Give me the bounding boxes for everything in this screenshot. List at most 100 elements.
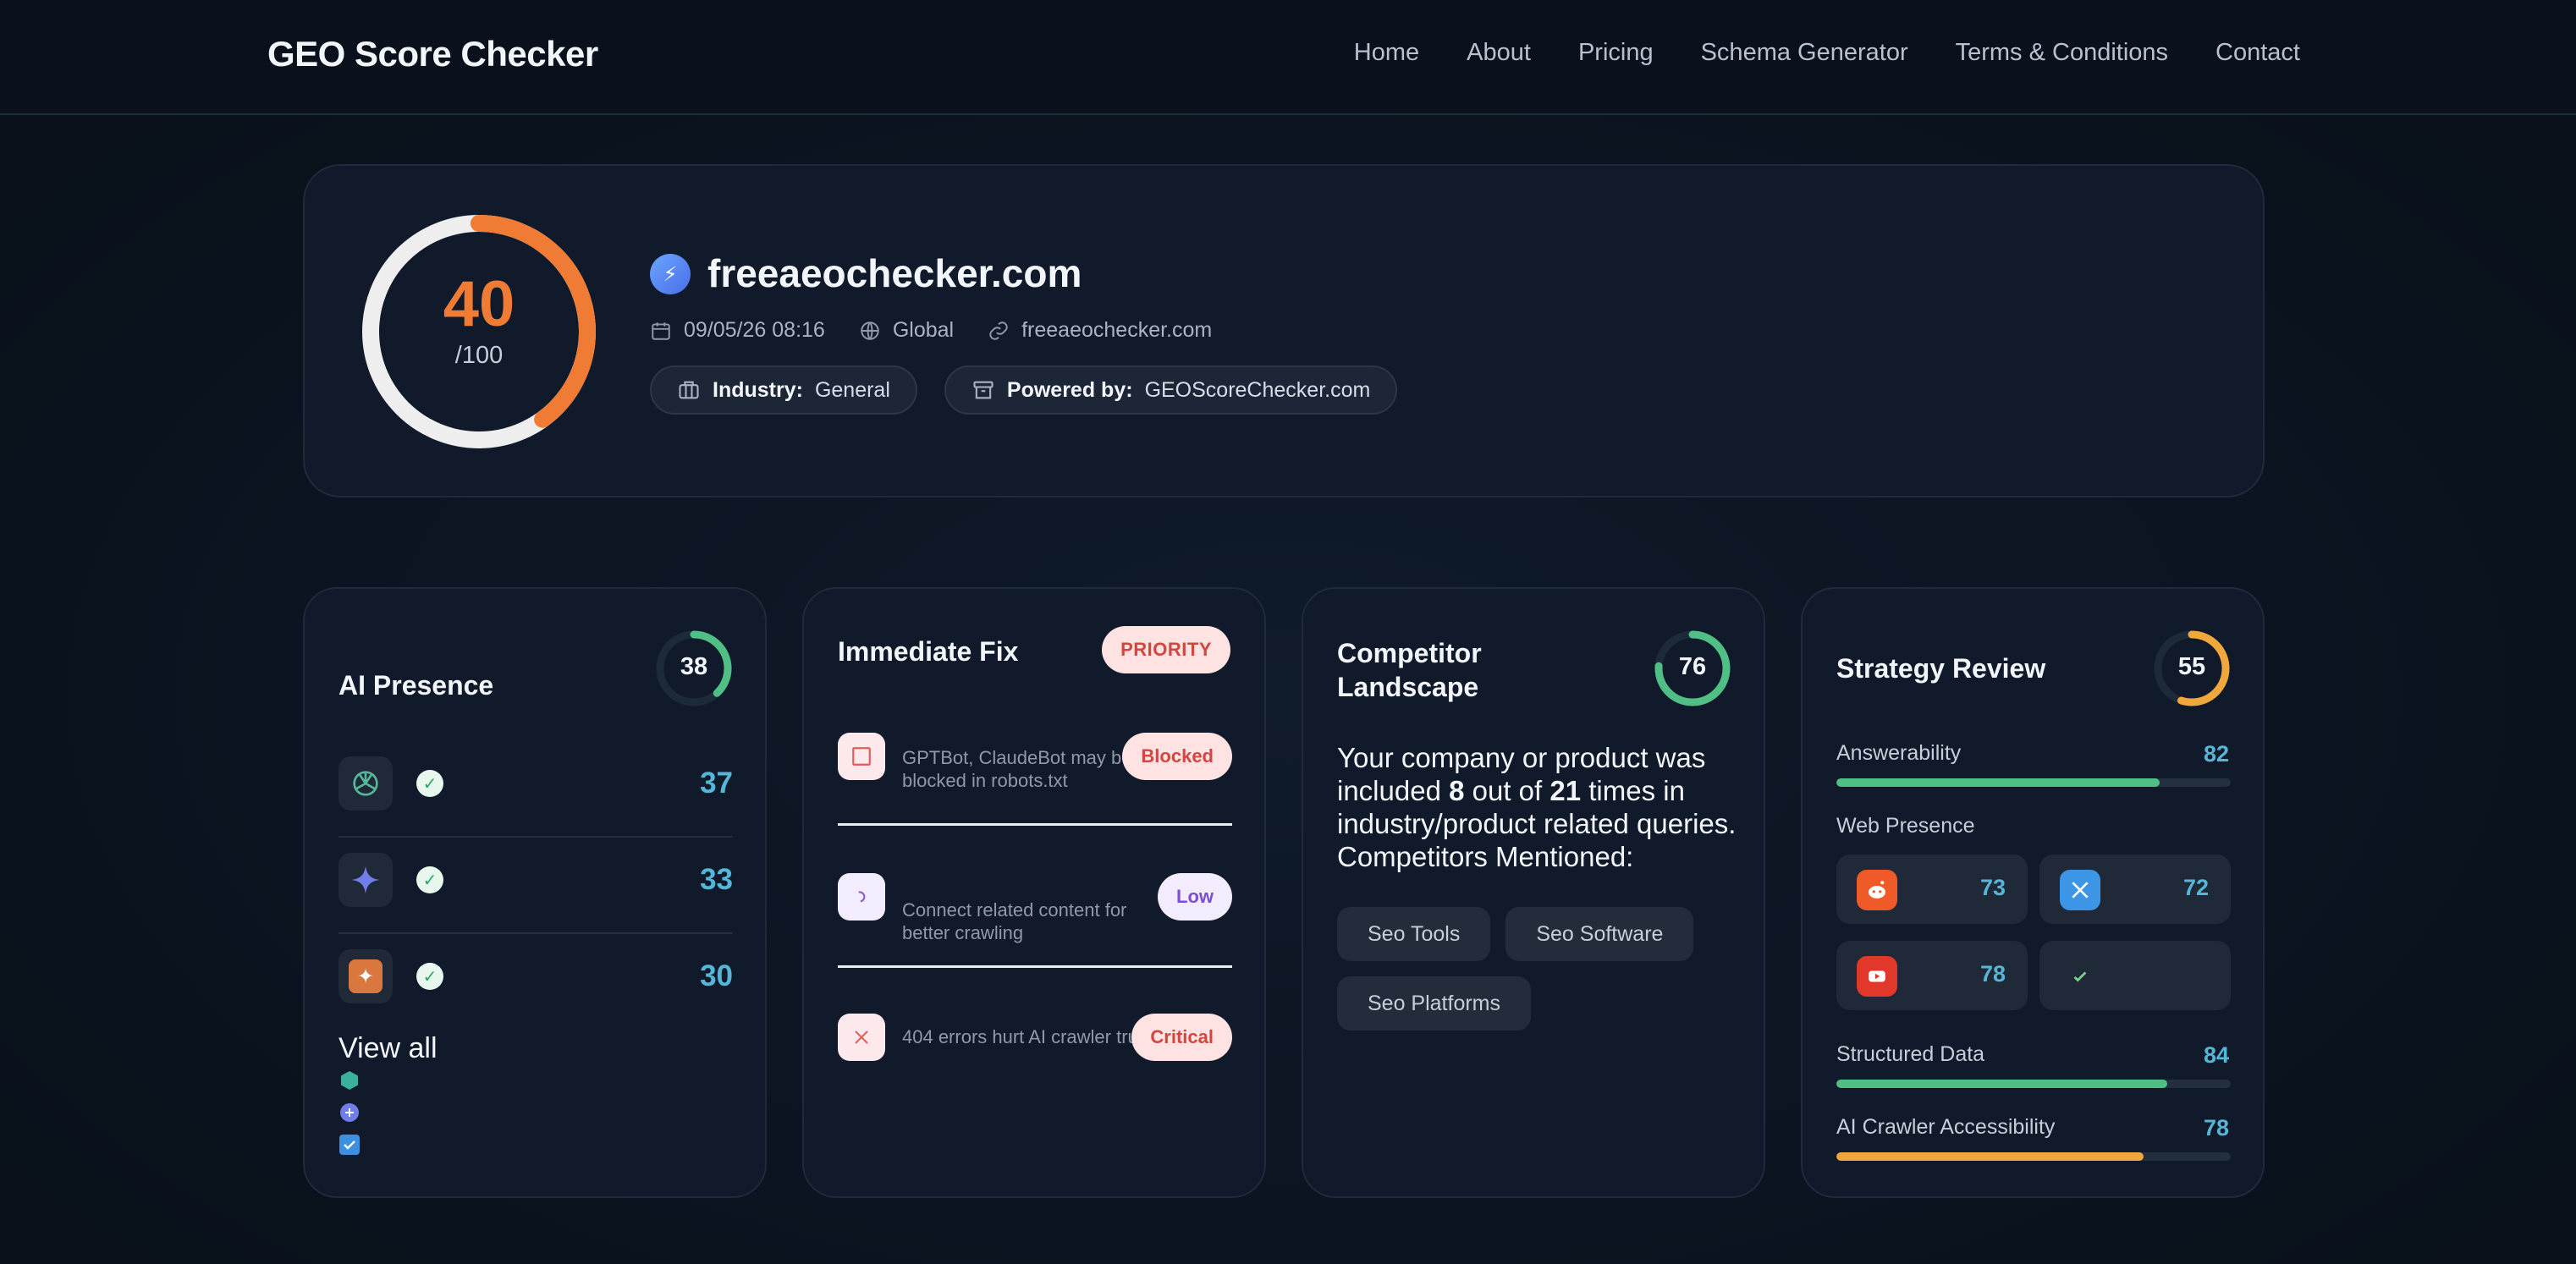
fix-item-text: Connect related content for better crawl… — [902, 899, 1127, 943]
ai-row-gemini[interactable]: ✓ 33 — [339, 839, 733, 934]
ai-score-openai: 37 — [700, 767, 733, 800]
site-chips: Industry: General Powered by: GEOScoreCh… — [650, 365, 1398, 415]
nav-about[interactable]: About — [1467, 39, 1531, 67]
ai-score-gemini: 33 — [700, 863, 733, 896]
strategy-score: 55 — [2177, 653, 2206, 680]
industry-chip: Industry: General — [650, 365, 917, 415]
structured-data-label: Structured Data — [1836, 1042, 1985, 1066]
competitor-text-middle: out of — [1464, 775, 1550, 806]
claude-icon: ✦ — [339, 949, 393, 1003]
web-presence-youtube-value: 78 — [1979, 961, 2006, 986]
mention-count: 8 — [1449, 775, 1465, 806]
competitor-title-line2: Landscape — [1337, 672, 1479, 702]
nav-pricing[interactable]: Pricing — [1578, 39, 1654, 67]
crawler-access-bar-fill — [1836, 1152, 2144, 1161]
web-presence-x-value: 72 — [2182, 875, 2209, 900]
competitor-title: Competitor Landscape — [1337, 636, 1482, 704]
nav-home[interactable]: Home — [1354, 39, 1419, 67]
industry-label: Industry: — [713, 377, 803, 402]
nav-schema-generator[interactable]: Schema Generator — [1701, 39, 1908, 67]
check-icon: ✓ — [416, 963, 443, 990]
fix-item-text: GPTBot, ClaudeBot may be blocked in robo… — [902, 747, 1132, 791]
fix-item-robots[interactable]: GPTBot, ClaudeBot may be blocked in robo… — [838, 733, 1232, 826]
globe-icon — [861, 321, 879, 340]
web-presence-other[interactable] — [2039, 941, 2231, 1010]
strategy-title: Strategy Review — [1836, 653, 2046, 684]
check-icon: ✓ — [416, 770, 443, 797]
openai-icon — [339, 756, 393, 811]
web-presence-reddit-value: 73 — [1979, 875, 2006, 900]
scan-url[interactable]: freeaeochecker.com — [988, 318, 1212, 343]
overall-score-value: 40 — [443, 268, 515, 340]
site-domain-title: freeaeochecker.com — [707, 251, 1082, 295]
lightning-icon: ⚡ — [650, 254, 691, 294]
square-icon — [838, 733, 885, 780]
nav-contact[interactable]: Contact — [2215, 39, 2300, 67]
answerability-bar-fill — [1836, 778, 2160, 787]
competitors-mentioned-label: Competitors Mentioned: — [1337, 841, 1634, 872]
competitor-tag[interactable]: Seo Platforms — [1337, 976, 1532, 1030]
competitor-tags: Seo Tools Seo Software Seo Platforms — [1337, 907, 1743, 1030]
immediate-fix-card: Immediate Fix PRIORITY GPTBot, ClaudeBot… — [802, 587, 1266, 1198]
powered-by-value: GEOScoreChecker.com — [1144, 377, 1371, 402]
competitor-tag[interactable]: Seo Software — [1505, 907, 1694, 961]
scan-region-text: Global — [892, 318, 955, 342]
fix-item-text: 404 errors hurt AI crawler trust — [902, 1026, 1153, 1047]
powered-by-label: Powered by: — [1006, 377, 1133, 402]
immediate-fix-title: Immediate Fix — [838, 636, 1019, 667]
scan-region: Global — [859, 318, 954, 343]
x-twitter-icon — [2060, 870, 2100, 910]
structured-data-value: 84 — [2203, 1042, 2229, 1068]
competitor-title-line1: Competitor — [1337, 638, 1482, 668]
top-nav-bar: GEO Score Checker Home About Pricing Sch… — [0, 0, 2576, 115]
status-badge-low: Low — [1158, 873, 1232, 921]
fix-item-404[interactable]: 404 errors hurt AI crawler trust Critica… — [838, 1014, 1232, 1081]
priority-badge: PRIORITY — [1102, 626, 1230, 673]
calendar-icon — [652, 321, 670, 340]
briefcase-icon — [679, 381, 699, 399]
gemini-icon — [339, 853, 393, 907]
crawler-access-value: 78 — [2203, 1115, 2229, 1140]
web-presence-youtube[interactable]: 78 — [1836, 941, 2028, 1010]
ai-presence-title: AI Presence — [339, 670, 494, 701]
view-all-link[interactable]: View all — [339, 1032, 438, 1065]
answerability-label: Answerability — [1836, 741, 1962, 765]
nav-terms[interactable]: Terms & Conditions — [1956, 39, 2168, 67]
structured-data-bar-fill — [1836, 1080, 2168, 1088]
main-nav: Home About Pricing Schema Generator Term… — [1354, 39, 2300, 67]
scan-date-text: 09/05/26 08:16 — [684, 318, 825, 342]
scan-date: 09/05/26 08:16 — [650, 318, 825, 343]
competitor-score: 76 — [1678, 653, 1707, 680]
competitor-tag[interactable]: Seo Tools — [1337, 907, 1491, 961]
structured-data-bar — [1836, 1080, 2231, 1088]
ai-score-claude: 30 — [700, 959, 733, 992]
youtube-icon — [1857, 956, 1897, 997]
competitor-landscape-card: Competitor Landscape 76 Your company or … — [1302, 587, 1765, 1198]
ai-row-openai[interactable]: ✓ 37 — [339, 743, 733, 838]
status-badge-blocked: Blocked — [1122, 733, 1232, 780]
check-icon: ✓ — [416, 866, 443, 893]
web-presence-label: Web Presence — [1836, 814, 1975, 838]
ai-row-claude[interactable]: ✦ ✓ 30 — [339, 936, 733, 1030]
status-badge-critical: Critical — [1131, 1014, 1232, 1061]
industry-value: General — [814, 377, 890, 402]
web-presence-reddit[interactable]: 73 — [1836, 855, 2028, 924]
plus-circle-icon — [340, 1103, 359, 1122]
answerability-bar — [1836, 778, 2231, 787]
site-meta-row: 09/05/26 08:16 Global freeaeochecker.com — [650, 318, 1212, 343]
web-presence-x[interactable]: 72 — [2039, 855, 2231, 924]
checkbox-icon — [339, 1135, 360, 1155]
ai-presence-score: 38 — [680, 653, 708, 680]
score-summary-card: 40 /100 ⚡ freeaeochecker.com 09/05/26 08… — [303, 164, 2265, 497]
brand-logo-text[interactable]: GEO Score Checker — [267, 34, 598, 74]
crawler-access-bar — [1836, 1152, 2231, 1161]
crawler-access-label: AI Crawler Accessibility — [1836, 1115, 2056, 1139]
ai-presence-card: AI Presence 38 ✓ 37 ✓ 33 ✦ ✓ 30 View all — [303, 587, 767, 1198]
overall-score-total: /100 — [454, 342, 504, 369]
query-total: 21 — [1549, 775, 1582, 806]
strategy-review-card: Strategy Review 55 Answerability 82 Web … — [1801, 587, 2265, 1198]
archive-icon — [973, 381, 994, 399]
link-icon — [989, 321, 1008, 340]
scan-url-text[interactable]: freeaeochecker.com — [1021, 318, 1212, 343]
fix-item-internal-links[interactable]: Connect related content for better crawl… — [838, 873, 1232, 968]
